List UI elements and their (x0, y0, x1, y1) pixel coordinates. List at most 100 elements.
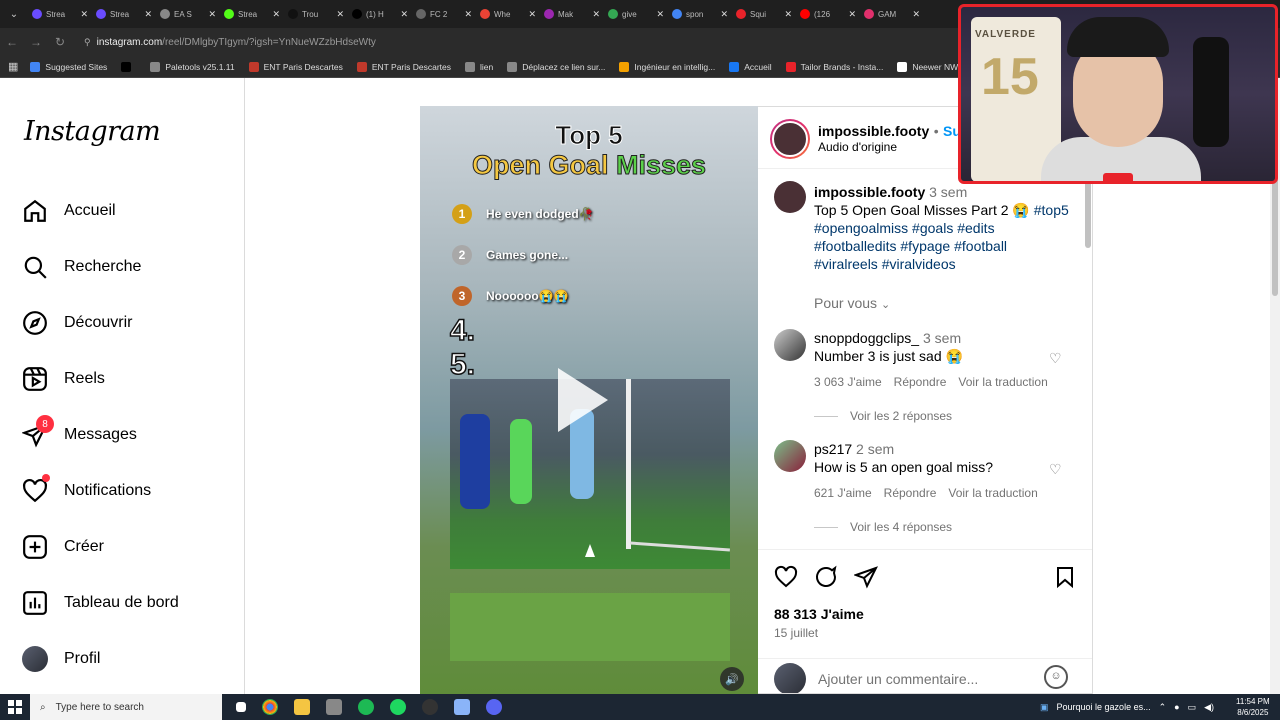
bookmark-item[interactable]: Paletools v25.1.11 (150, 61, 235, 72)
browser-tab[interactable]: (126 ✕ (796, 0, 860, 28)
sound-icon[interactable]: 🔊 (720, 667, 744, 691)
chevron-up-icon[interactable]: ⌃ (1159, 702, 1167, 713)
author-avatar[interactable] (770, 119, 810, 159)
close-icon[interactable]: ✕ (464, 9, 472, 20)
sidebar-item-search[interactable]: Recherche (22, 254, 141, 280)
chrome-icon[interactable] (262, 699, 278, 715)
browser-tab[interactable]: Whe ✕ (476, 0, 540, 28)
discord-icon[interactable] (486, 699, 502, 715)
file-explorer-icon[interactable] (294, 699, 310, 715)
bookmark-item[interactable]: Tailor Brands - Insta... (785, 61, 883, 72)
obs-icon[interactable] (422, 699, 438, 715)
comment-username[interactable]: snoppdoggclips_ (814, 330, 919, 346)
apps-icon[interactable]: ▦ (8, 60, 18, 73)
microphone-icon[interactable]: ● (1174, 702, 1179, 712)
app-icon[interactable] (454, 699, 470, 715)
browser-tab[interactable]: spon ✕ (668, 0, 732, 28)
caption-hashtags[interactable]: #viralreels #viralvideos (814, 256, 956, 272)
close-icon[interactable]: ✕ (848, 9, 856, 20)
close-icon[interactable]: ✕ (784, 9, 792, 20)
close-icon[interactable]: ✕ (272, 9, 280, 20)
browser-tab[interactable]: GAM ✕ (860, 0, 924, 28)
sidebar-item-profile[interactable]: Profil (22, 646, 100, 672)
close-icon[interactable]: ✕ (208, 9, 216, 20)
author-username[interactable]: impossible.footy (818, 123, 929, 139)
taskbar-search[interactable]: ⌕ Type here to search (30, 694, 222, 720)
reply-button[interactable]: Répondre (894, 375, 947, 389)
share-icon[interactable] (854, 565, 878, 589)
bookmark-item[interactable]: Ingénieur en intellig... (619, 61, 715, 72)
caption-hashtag[interactable]: #top5 (1034, 202, 1069, 218)
audio-link[interactable]: Audio d'origine (818, 140, 897, 154)
browser-tab[interactable]: FC 2 ✕ (412, 0, 476, 28)
close-icon[interactable]: ✕ (912, 9, 920, 20)
browser-tab[interactable]: Mak ✕ (540, 0, 604, 28)
caption-author-avatar[interactable] (774, 181, 806, 213)
sidebar-item-messages[interactable]: 8 Messages (20, 415, 137, 448)
reply-button[interactable]: Répondre (884, 486, 937, 500)
reload-button[interactable]: ↻ (48, 35, 72, 49)
view-replies-button[interactable]: Voir les 2 réponses (814, 409, 952, 423)
caption-username[interactable]: impossible.footy (814, 184, 925, 200)
comment-like-icon[interactable]: ♡ (1049, 350, 1062, 367)
forward-button[interactable]: → (24, 35, 48, 49)
sidebar-item-explore[interactable]: Découvrir (22, 310, 132, 336)
browser-tab[interactable]: Trou ✕ (284, 0, 348, 28)
bookmark-item[interactable]: Accueil (729, 61, 772, 72)
sidebar-item-notifications[interactable]: Notifications (22, 474, 151, 504)
close-icon[interactable]: ✕ (528, 9, 536, 20)
spotify-icon[interactable] (390, 699, 406, 715)
taskbar-clock[interactable]: 11:54 PM 8/6/2025 (1236, 696, 1270, 718)
bookmark-item[interactable]: Déplacez ce lien sur... (507, 61, 605, 72)
bookmark-icon[interactable] (1053, 565, 1077, 589)
network-icon[interactable]: ▭ (1188, 702, 1197, 713)
for-you-dropdown[interactable]: Pour vous ⌄ (814, 295, 890, 311)
comment-icon[interactable] (814, 565, 838, 589)
add-comment-input[interactable]: Ajouter un commentaire... (818, 671, 978, 687)
bookmark-item[interactable]: Suggested Sites (30, 61, 107, 72)
translate-button[interactable]: Voir la traduction (948, 486, 1037, 500)
emoji-icon[interactable]: ☺ (1044, 665, 1068, 689)
commenter-avatar[interactable] (774, 440, 806, 472)
browser-tab[interactable]: Strea ✕ (220, 0, 284, 28)
sidebar-item-reels[interactable]: Reels (22, 366, 105, 392)
play-icon[interactable] (558, 368, 608, 432)
url-field[interactable]: ⚲ instagram.com/reel/DMlgbyTIgym/?igsh=Y… (84, 37, 376, 48)
comment-like-count[interactable]: 3 063 J'aime (814, 375, 882, 389)
task-view-icon[interactable] (236, 702, 246, 712)
close-icon[interactable]: ✕ (592, 9, 600, 20)
comment-username[interactable]: ps217 (814, 441, 852, 457)
browser-tab[interactable]: Strea ✕ (92, 0, 156, 28)
like-count[interactable]: 88 313 J'aime (774, 606, 864, 622)
close-icon[interactable]: ✕ (400, 9, 408, 20)
close-icon[interactable]: ✕ (720, 9, 728, 20)
site-info-icon[interactable]: ⚲ (84, 37, 91, 48)
tab-list-button[interactable]: ⌄ (0, 9, 28, 20)
news-notification[interactable]: Pourquoi le gazole es... (1057, 702, 1151, 712)
app-icon[interactable] (326, 699, 342, 715)
music-app-icon[interactable] (358, 699, 374, 715)
sidebar-item-dashboard[interactable]: Tableau de bord (22, 590, 179, 616)
browser-tab[interactable]: Strea ✕ (28, 0, 92, 28)
like-heart-icon[interactable] (774, 565, 798, 589)
start-button[interactable] (0, 700, 30, 714)
comment-like-icon[interactable]: ♡ (1049, 461, 1062, 478)
sidebar-item-create[interactable]: Créer (22, 534, 104, 560)
translate-button[interactable]: Voir la traduction (958, 375, 1047, 389)
comment-like-count[interactable]: 621 J'aime (814, 486, 872, 500)
news-icon[interactable]: ▣ (1040, 702, 1049, 713)
close-icon[interactable]: ✕ (656, 9, 664, 20)
browser-tab[interactable]: give ✕ (604, 0, 668, 28)
instagram-logo[interactable]: Instagram (24, 116, 161, 147)
bookmark-item[interactable] (121, 61, 136, 72)
view-replies-button[interactable]: Voir les 4 réponses (814, 520, 952, 534)
reel-video[interactable]: Top 5 Open Goal Misses 1 He even dodged🥀 2… (420, 106, 758, 694)
commenter-avatar[interactable] (774, 329, 806, 361)
back-button[interactable]: ← (0, 35, 24, 49)
caption-hashtags[interactable]: #opengoalmiss #goals #edits (814, 220, 995, 236)
close-icon[interactable]: ✕ (144, 9, 152, 20)
bookmark-item[interactable]: lien (465, 61, 493, 72)
browser-tab[interactable]: Squi ✕ (732, 0, 796, 28)
caption-hashtags[interactable]: #footballedits #fypage #football (814, 238, 1007, 254)
sidebar-item-home[interactable]: Accueil (22, 198, 116, 224)
